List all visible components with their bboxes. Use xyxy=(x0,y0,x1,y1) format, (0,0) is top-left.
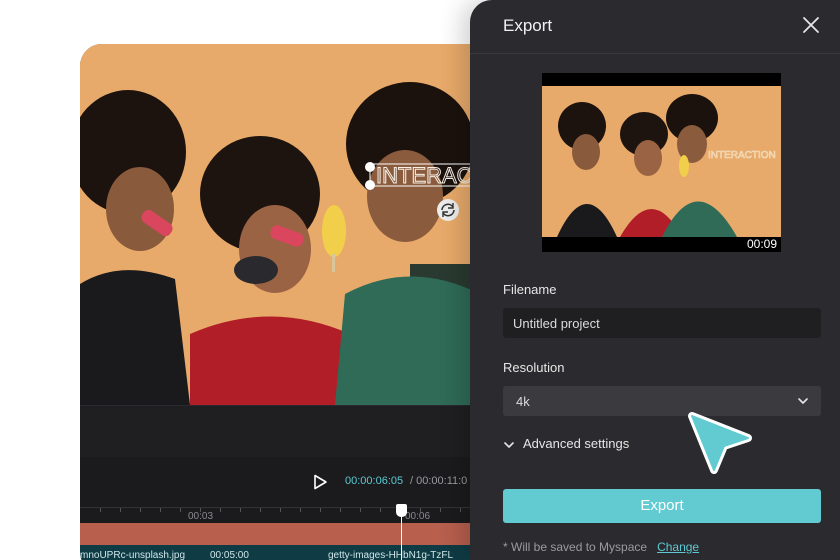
filename-label: Filename xyxy=(503,282,557,297)
save-note-text: * Will be saved to Myspace xyxy=(503,540,648,554)
chevron-down-icon xyxy=(798,398,808,404)
timeline-track-audio[interactable] xyxy=(80,523,500,545)
close-icon[interactable] xyxy=(800,14,822,36)
timeline-ruler[interactable]: 00:03 00:06 xyxy=(80,507,500,523)
cursor-arrow-icon xyxy=(688,412,752,474)
playback-controls: 00:00:06:05 / 00:00:11:0 xyxy=(80,457,500,507)
advanced-settings-label: Advanced settings xyxy=(523,436,630,451)
app-stage: INTERAC 00:00:06:05 / 00:00:11:0 00:03 0… xyxy=(0,0,840,560)
overlay-text[interactable]: INTERAC xyxy=(376,163,474,189)
save-location-note: * Will be saved to Myspace Change xyxy=(503,540,699,554)
video-editor: INTERAC 00:00:06:05 / 00:00:11:0 00:03 0… xyxy=(80,44,500,560)
play-icon[interactable] xyxy=(312,474,328,490)
clip-time: 00:05:00 xyxy=(210,550,249,560)
resolution-label: Resolution xyxy=(503,360,565,375)
clip-name: mnoUPRc-unsplash.jpg xyxy=(80,550,186,560)
filename-input[interactable]: Untitled project xyxy=(503,308,821,338)
total-timecode: / 00:00:11:0 xyxy=(410,475,468,487)
advanced-settings-toggle[interactable]: Advanced settings xyxy=(503,436,629,451)
video-duration: 00:09 xyxy=(746,237,777,251)
video-preview[interactable]: INTERAC xyxy=(80,44,500,405)
export-thumbnail: INTERACTION 00:09 xyxy=(542,73,781,252)
thumbnail-overlay-text: INTERACTION xyxy=(708,150,776,161)
preview-image: INTERAC xyxy=(80,44,500,405)
current-timecode: 00:00:06:05 xyxy=(345,475,404,487)
refresh-icon[interactable] xyxy=(437,199,459,221)
thumbnail-image: INTERACTION xyxy=(542,86,781,237)
export-panel-title: Export xyxy=(503,16,553,35)
chevron-down-icon xyxy=(504,441,514,448)
resolution-value: 4k xyxy=(516,394,530,409)
change-location-link[interactable]: Change xyxy=(657,540,699,554)
resolution-select[interactable]: 4k xyxy=(503,386,821,416)
clip-name: getty-images-HHbN1g-TzFL xyxy=(328,550,454,560)
ruler-label: 00:06 xyxy=(405,511,431,522)
editor-toolbar-area xyxy=(80,405,500,457)
export-button[interactable]: Export xyxy=(503,489,821,523)
export-panel-header: Export xyxy=(470,0,840,54)
playhead-handle[interactable] xyxy=(396,504,407,517)
export-panel: Export INTERACTION 00:09 Filename Untitl… xyxy=(470,0,840,560)
ruler-label: 00:03 xyxy=(188,511,214,522)
